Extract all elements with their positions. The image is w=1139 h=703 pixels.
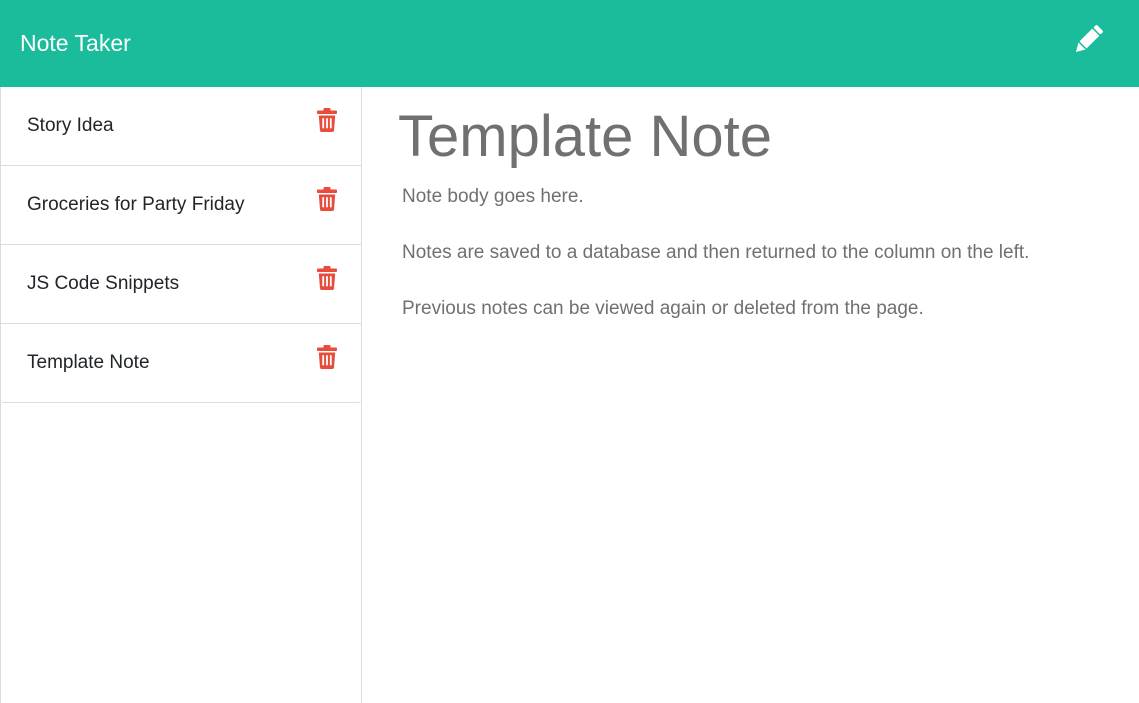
trash-icon <box>317 265 337 295</box>
note-item-title[interactable]: Groceries for Party Friday <box>27 192 245 218</box>
trash-icon <box>317 186 337 216</box>
trash-icon <box>317 107 337 137</box>
app-title[interactable]: Note Taker <box>20 29 131 57</box>
note-item-title[interactable]: JS Code Snippets <box>27 271 179 297</box>
new-note-button[interactable] <box>1068 22 1108 62</box>
note-item-title[interactable]: Template Note <box>27 350 150 376</box>
note-body-textarea[interactable]: Note body goes here. Notes are saved to … <box>402 183 1122 683</box>
list-item[interactable]: JS Code Snippets <box>1 245 361 324</box>
sidebar: Story Idea Groceries for Party Friday JS… <box>0 87 362 703</box>
note-editor: Note body goes here. Notes are saved to … <box>362 87 1139 703</box>
delete-note-button[interactable] <box>315 265 339 295</box>
delete-note-button[interactable] <box>315 344 339 374</box>
navbar: Note Taker <box>0 0 1139 87</box>
note-item-title[interactable]: Story Idea <box>27 113 114 139</box>
delete-note-button[interactable] <box>315 186 339 216</box>
note-body-line: Notes are saved to a database and then r… <box>402 242 1030 263</box>
note-list: Story Idea Groceries for Party Friday JS… <box>1 87 361 403</box>
note-body-line: Note body goes here. <box>402 186 584 207</box>
note-title-input[interactable] <box>398 101 1118 171</box>
delete-note-button[interactable] <box>315 107 339 137</box>
note-body-line: Previous notes can be viewed again or de… <box>402 298 924 319</box>
list-item[interactable]: Story Idea <box>1 87 361 166</box>
list-item[interactable]: Groceries for Party Friday <box>1 166 361 245</box>
trash-icon <box>317 344 337 374</box>
list-item[interactable]: Template Note <box>1 324 361 403</box>
pencil-icon <box>1072 24 1104 61</box>
